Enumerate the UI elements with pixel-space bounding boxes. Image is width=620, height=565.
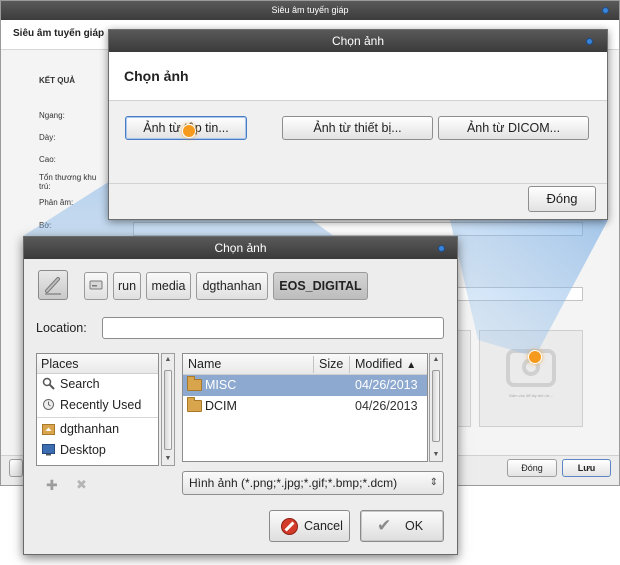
file-type-filter-value: Hình ảnh (*.png;*.jpg;*.gif;*.bmp;*.dcm) (189, 476, 398, 490)
field-input-bo[interactable] (133, 222, 583, 236)
scroll-up-icon[interactable]: ▲ (162, 354, 174, 366)
image-source-dialog: Chọn ảnh Chọn ảnh Ảnh từ tập tin... Ảnh … (108, 29, 608, 220)
home-folder-icon (41, 422, 55, 436)
background-footer-left-button[interactable] (9, 459, 23, 477)
path-segment-media[interactable]: media (146, 272, 191, 300)
column-header-modified-label: Modified (355, 357, 403, 371)
field-label-ngang: Ngang: (39, 111, 65, 120)
background-save-button[interactable]: Lưu (562, 459, 611, 477)
sort-ascending-icon: ▲ (406, 360, 417, 371)
desktop-icon (41, 443, 55, 457)
place-item-desktop[interactable]: Desktop (37, 440, 158, 461)
file-list-header: Name Size Modified ▲ (183, 354, 427, 375)
background-titlebar: Siêu âm tuyến giáp (1, 1, 619, 20)
window-menu-dot-icon[interactable] (438, 245, 445, 252)
scroll-down-icon[interactable]: ▼ (430, 449, 442, 461)
background-window-title: Siêu âm tuyến giáp (271, 5, 349, 15)
field-label-bo: Bờ: (39, 221, 52, 230)
image-slot[interactable]: Bấm vào để lấy ảnh từ... (479, 330, 583, 427)
scroll-up-icon[interactable]: ▲ (430, 354, 442, 366)
places-scrollbar[interactable]: ▲ ▼ (161, 353, 175, 466)
file-name: DCIM (205, 399, 237, 413)
drive-icon (89, 280, 103, 290)
field-label-phan-am: Phản âm: (39, 198, 74, 207)
folder-icon (187, 376, 202, 391)
image-slot-caption: Bấm vào để lấy ảnh từ... (509, 393, 553, 398)
image-source-heading: Chọn ảnh (124, 68, 189, 84)
section-title: KẾT QUẢ (39, 76, 75, 85)
place-label: Search (60, 377, 100, 391)
close-button[interactable]: Đóng (528, 186, 596, 212)
ok-label: OK (405, 519, 424, 533)
scroll-down-icon[interactable]: ▼ (162, 453, 174, 465)
path-segment-current[interactable]: EOS_DIGITAL (273, 272, 368, 300)
type-location-button[interactable] (38, 270, 68, 300)
file-list-panel: Name Size Modified ▲ MISC 04/26/2013 DCIM… (182, 353, 428, 462)
file-chooser-title: Chọn ảnh (214, 241, 267, 255)
place-item-home[interactable]: dgthanhan (37, 419, 158, 440)
scrollbar-thumb[interactable] (432, 370, 440, 442)
cancel-label: Cancel (304, 519, 343, 533)
location-label: Location: (36, 321, 87, 335)
window-menu-dot-icon[interactable] (586, 38, 593, 45)
field-label-day: Dày: (39, 133, 56, 142)
place-item-recent[interactable]: Recently Used (37, 395, 158, 416)
column-header-size[interactable]: Size (319, 354, 343, 375)
highlight-marker (182, 124, 196, 138)
path-segment-run[interactable]: run (113, 272, 141, 300)
updown-arrows-icon: ⇕ (429, 477, 438, 488)
file-name: MISC (205, 378, 237, 392)
field-label-cao: Cao: (39, 155, 56, 164)
column-header-name[interactable]: Name (188, 354, 221, 375)
place-label: Desktop (60, 443, 106, 457)
ok-button[interactable]: ✔ OK (360, 510, 444, 542)
places-panel: Places Search Recently Used dgthanhan De… (36, 353, 159, 466)
file-modified: 04/26/2013 (355, 378, 418, 392)
pencil-icon (45, 277, 61, 295)
path-segment-user[interactable]: dgthanhan (196, 272, 268, 300)
field-label-ton-thuong: Tổn thương khu trú: (39, 173, 97, 191)
location-input[interactable] (102, 317, 444, 339)
image-source-body (109, 101, 607, 183)
search-icon (41, 377, 55, 391)
file-row-dcim[interactable]: DCIM 04/26/2013 (183, 396, 427, 417)
window-menu-dot-icon[interactable] (602, 7, 609, 14)
file-type-filter-select[interactable]: Hình ảnh (*.png;*.jpg;*.gif;*.bmp;*.dcm)… (182, 471, 444, 495)
cancel-button[interactable]: Cancel (269, 510, 350, 542)
file-chooser-titlebar: Chọn ảnh (24, 237, 457, 259)
cancel-icon (281, 518, 298, 535)
image-from-dicom-button[interactable]: Ảnh từ DICOM... (438, 116, 589, 140)
file-row-misc[interactable]: MISC 04/26/2013 (183, 375, 427, 396)
divider (37, 417, 158, 418)
path-root-button[interactable] (84, 272, 108, 300)
checkmark-icon: ✔ (377, 516, 392, 535)
remove-bookmark-icon[interactable]: ✖ (76, 477, 87, 493)
folder-icon (187, 397, 202, 412)
background-close-button[interactable]: Đóng (507, 459, 557, 477)
places-header[interactable]: Places (37, 354, 158, 374)
highlight-marker (528, 350, 542, 364)
image-source-dialog-title: Chọn ảnh (331, 34, 385, 48)
place-item-search[interactable]: Search (37, 374, 158, 395)
add-bookmark-icon[interactable]: ✚ (46, 477, 58, 494)
image-source-dialog-titlebar: Chọn ảnh (109, 30, 607, 52)
place-label: dgthanhan (60, 422, 120, 436)
scrollbar-thumb[interactable] (164, 370, 172, 450)
place-label: Recently Used (60, 398, 142, 412)
recent-icon (41, 398, 55, 412)
image-from-device-button[interactable]: Ảnh từ thiết bị... (282, 116, 433, 140)
file-modified: 04/26/2013 (355, 399, 418, 413)
file-list-scrollbar[interactable]: ▲ ▼ (429, 353, 443, 462)
column-header-modified[interactable]: Modified ▲ (355, 354, 416, 376)
file-chooser-dialog: Chọn ảnh run media dgthanhan EOS_DIGITAL… (23, 236, 458, 555)
